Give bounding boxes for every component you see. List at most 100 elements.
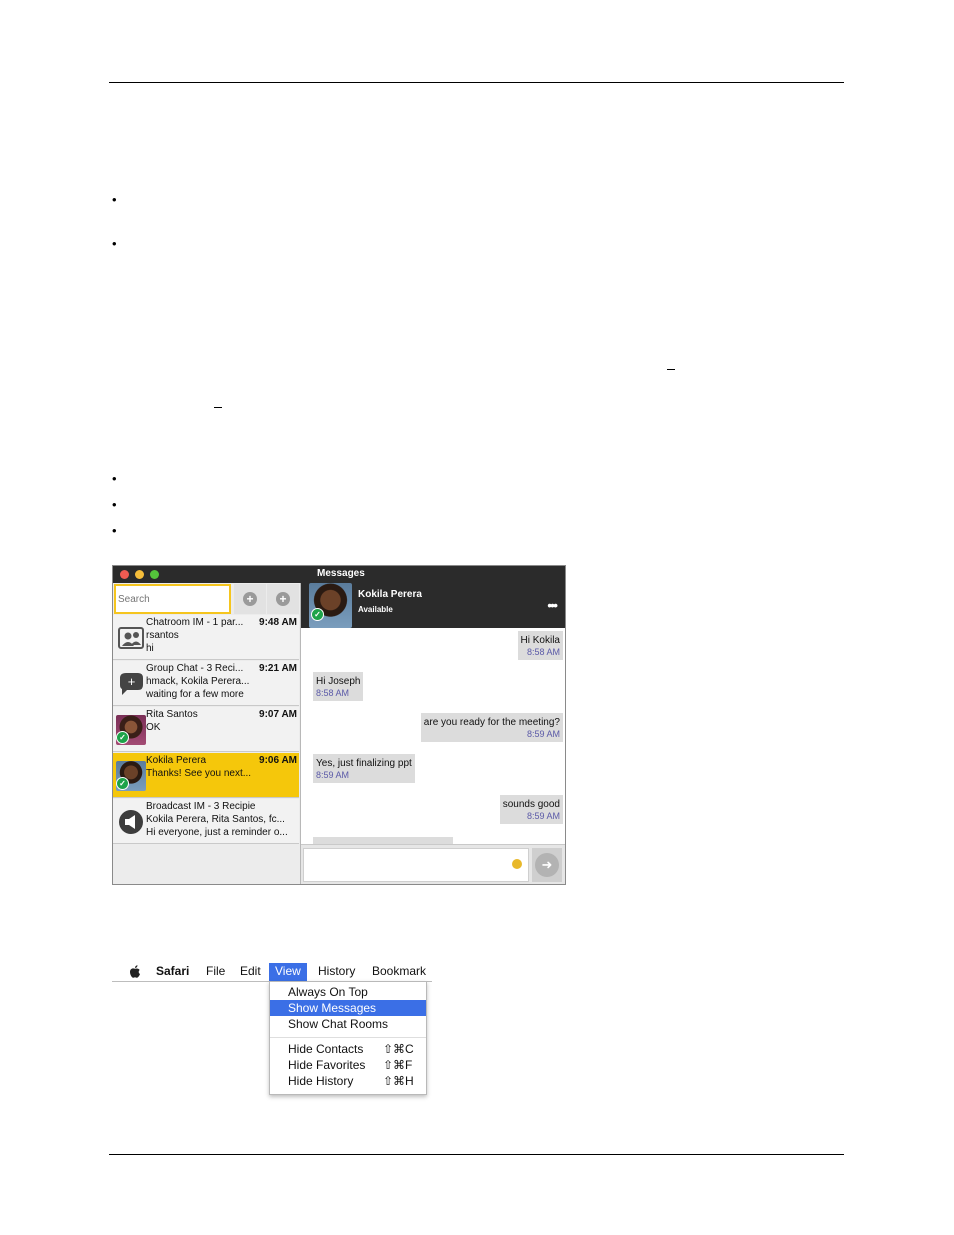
conversation-time: 9:07 AM	[259, 709, 297, 720]
conversation-sidebar: + + Chatroom IM - 1 par... 9:48 AM rsant…	[113, 583, 301, 884]
conversation-title: Chatroom IM - 1 par...	[146, 617, 244, 628]
conversation-title: Rita Santos	[146, 709, 198, 720]
bullet: •	[112, 236, 117, 251]
bullet: •	[112, 192, 117, 207]
menu-item-shortcut: ⇧⌘F	[383, 1058, 413, 1072]
conversation-participants: hmack, Kokila Perera...	[146, 676, 250, 687]
message-input[interactable]	[303, 848, 529, 882]
menu-item-label: Hide Contacts	[288, 1042, 364, 1056]
broadcast-icon	[119, 810, 143, 834]
conversation-time: 9:21 AM	[259, 663, 297, 674]
menu-safari[interactable]: Safari	[153, 963, 192, 981]
message-bubble-outgoing: sounds good 8:59 AM	[499, 795, 563, 824]
menu-item-always-on-top[interactable]: Always On Top	[270, 984, 426, 1000]
conversation-participants: Kokila Perera, Rita Santos, fc...	[146, 814, 285, 825]
conversation-participants: rsantos	[146, 630, 179, 641]
message-bubble-incoming: Yes, just finalizing ppt 8:59 AM	[313, 754, 415, 783]
message-time: 8:59 AM	[526, 729, 560, 739]
group-chat-icon: +	[120, 673, 143, 695]
conversation-item-kokila-perera[interactable]: ✓ Kokila Perera 9:06 AM Thanks! See you …	[113, 753, 299, 798]
menu-item-label: Show Messages	[288, 1001, 377, 1015]
menu-history[interactable]: History	[315, 963, 358, 981]
footer-rule	[109, 1154, 844, 1155]
message-bubble-outgoing: Hi Kokila 8:58 AM	[517, 631, 563, 660]
contact-name: Kokila Perera	[358, 589, 422, 600]
chat-header: ✓ Kokila Perera Available •••	[301, 583, 565, 628]
new-chat-button[interactable]: +	[267, 584, 299, 614]
window-title: Messages	[317, 568, 365, 579]
bullet: •	[112, 471, 117, 486]
message-time: 8:58 AM	[526, 647, 560, 657]
conversation-preview: Hi everyone, just a reminder o...	[146, 827, 288, 838]
conversation-preview: hi	[146, 643, 154, 654]
conversation-time: 9:48 AM	[259, 617, 297, 628]
menu-item-hide-contacts[interactable]: Hide Contacts ⇧⌘C	[270, 1041, 426, 1057]
conversation-title: Kokila Perera	[146, 755, 207, 766]
message-bubble-incoming: Hi Joseph 8:58 AM	[313, 672, 364, 701]
zoom-window-button[interactable]	[150, 570, 159, 579]
message-text: Yes, just finalizing ppt	[316, 758, 412, 769]
conversation-preview: Thanks! See you next...	[146, 768, 252, 779]
message-text: sounds good	[502, 799, 560, 810]
message-bubble-partial	[313, 837, 453, 844]
menu-item-hide-history[interactable]: Hide History ⇧⌘H	[270, 1073, 426, 1089]
conversation-item-group-chat[interactable]: + Group Chat - 3 Reci... 9:21 AM hmack, …	[113, 661, 299, 706]
new-message-button[interactable]: +	[234, 584, 266, 614]
close-window-button[interactable]	[120, 570, 129, 579]
contact-status: Available	[358, 605, 393, 614]
title-bar: Messages	[113, 566, 565, 583]
menu-item-show-chat-rooms[interactable]: Show Chat Rooms	[270, 1016, 426, 1032]
conversation-item-chatroom[interactable]: Chatroom IM - 1 par... 9:48 AM rsantos h…	[113, 615, 299, 660]
message-text: Hi Kokila	[520, 635, 560, 646]
menu-item-show-messages[interactable]: Show Messages	[270, 1000, 426, 1016]
send-button[interactable]: ➜	[532, 848, 562, 882]
minimize-window-button[interactable]	[135, 570, 144, 579]
dash-mark	[214, 407, 222, 408]
message-time: 8:59 AM	[526, 811, 560, 821]
menu-item-label: Hide Favorites	[288, 1058, 366, 1072]
menu-separator	[270, 1037, 426, 1038]
menu-item-shortcut: ⇧⌘H	[383, 1074, 414, 1088]
conversation-item-broadcast[interactable]: Broadcast IM - 3 Recipients Kokila Perer…	[113, 799, 299, 844]
message-thread: Hi Kokila 8:58 AM Hi Joseph 8:58 AM are …	[301, 628, 565, 844]
menu-item-label: Hide History	[288, 1074, 354, 1088]
bullet: •	[112, 523, 117, 538]
conversation-title: Group Chat - 3 Reci...	[146, 663, 244, 674]
emoji-icon[interactable]	[512, 859, 522, 869]
conversation-preview: OK	[146, 722, 161, 733]
menu-item-label: Show Chat Rooms	[288, 1017, 389, 1031]
conversation-title: Broadcast IM - 3 Recipients	[146, 801, 256, 812]
message-bubble-outgoing: are you ready for the meeting? 8:59 AM	[420, 713, 563, 742]
send-arrow-icon: ➜	[535, 853, 559, 877]
contact-avatar	[309, 583, 352, 628]
search-input[interactable]	[118, 594, 226, 605]
chatroom-icon	[118, 627, 144, 649]
available-check-icon: ✓	[116, 777, 129, 790]
menu-view[interactable]: View	[269, 963, 307, 981]
search-field[interactable]	[114, 584, 231, 614]
dash-mark	[667, 369, 675, 370]
menu-file[interactable]: File	[203, 963, 228, 981]
apple-logo-icon[interactable]	[129, 965, 141, 978]
conversation-item-rita-santos[interactable]: ✓ Rita Santos 9:07 AM OK	[113, 707, 299, 752]
available-check-icon: ✓	[311, 608, 324, 621]
message-time: 8:59 AM	[316, 770, 350, 780]
menu-bookmark[interactable]: Bookmark	[369, 963, 429, 981]
menu-item-shortcut: ⇧⌘C	[383, 1042, 414, 1056]
svg-text:+: +	[128, 674, 136, 689]
new-message-icon: +	[243, 592, 257, 606]
menu-bar: Safari File Edit View History Bookmark	[112, 962, 432, 982]
conversation-time: 9:06 AM	[259, 755, 297, 766]
message-time: 8:58 AM	[316, 688, 350, 698]
message-composer: ➜	[301, 844, 565, 884]
messages-window: Messages + + Chatroom IM - 1 par... 9:48…	[112, 565, 566, 885]
message-text: are you ready for the meeting?	[423, 717, 560, 728]
available-check-icon: ✓	[116, 731, 129, 744]
menu-edit[interactable]: Edit	[237, 963, 264, 981]
view-menu-dropdown: Always On Top Show Messages Show Chat Ro…	[269, 981, 427, 1095]
new-chat-icon: +	[276, 592, 290, 606]
conversation-preview: waiting for a few more	[146, 689, 244, 700]
more-options-button[interactable]: •••	[547, 597, 558, 613]
menu-item-hide-favorites[interactable]: Hide Favorites ⇧⌘F	[270, 1057, 426, 1073]
header-rule	[109, 82, 844, 83]
